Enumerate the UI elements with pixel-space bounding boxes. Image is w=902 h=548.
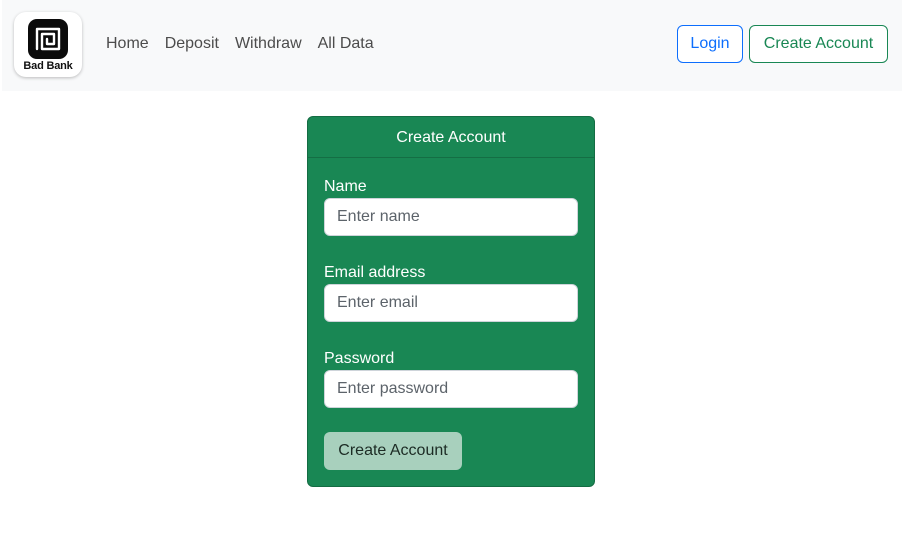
login-button[interactable]: Login <box>677 25 743 63</box>
nav-link-all-data[interactable]: All Data <box>318 33 374 55</box>
email-input[interactable] <box>324 284 578 322</box>
navbar: Bad Bank Home Deposit Withdraw All Data … <box>2 0 902 91</box>
name-label: Name <box>324 178 367 195</box>
password-input[interactable] <box>324 370 578 408</box>
password-label: Password <box>324 350 395 367</box>
nav-links: Home Deposit Withdraw All Data <box>106 33 374 55</box>
brand-logo[interactable]: Bad Bank <box>14 12 82 77</box>
bank-logo-icon <box>28 19 68 59</box>
nav-link-deposit[interactable]: Deposit <box>165 33 219 55</box>
create-account-card: Create Account Name Email address Passwo… <box>307 116 595 487</box>
brand-name: Bad Bank <box>23 60 73 72</box>
nav-link-withdraw[interactable]: Withdraw <box>235 33 302 55</box>
nav-link-home[interactable]: Home <box>106 33 149 55</box>
card-title: Create Account <box>308 117 594 158</box>
create-account-nav-button[interactable]: Create Account <box>749 25 888 63</box>
email-label: Email address <box>324 264 426 281</box>
create-account-submit-button[interactable]: Create Account <box>324 432 462 470</box>
name-input[interactable] <box>324 198 578 236</box>
